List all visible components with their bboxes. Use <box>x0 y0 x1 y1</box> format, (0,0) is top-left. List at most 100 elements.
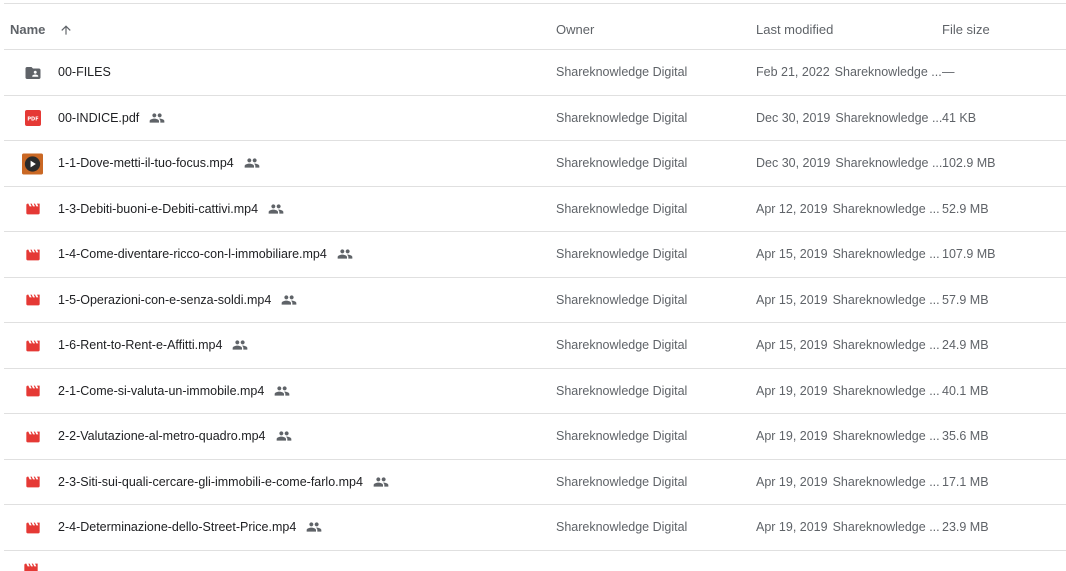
shared-people-icon <box>244 155 260 171</box>
column-header-last-modified[interactable]: Last modified <box>756 4 833 49</box>
file-row-partial[interactable] <box>4 551 1066 571</box>
file-name[interactable]: 1-6-Rent-to-Rent-e-Affitti.mp4 <box>58 323 248 367</box>
file-last-modified: Apr 12, 2019 Shareknowledge ... <box>756 187 940 231</box>
shared-people-icon <box>274 383 290 399</box>
file-list: 00-FILES Shareknowledge Digital Feb 21, 20… <box>4 50 1066 571</box>
video-thumbnail-icon <box>22 153 43 174</box>
pdf-icon: PDF <box>22 108 43 129</box>
file-last-modified: Dec 30, 2019 Shareknowledge ... <box>756 141 942 185</box>
modified-by: Shareknowledge ... <box>835 156 943 170</box>
file-last-modified: Apr 15, 2019 Shareknowledge ... <box>756 323 940 367</box>
modified-date: Dec 30, 2019 <box>756 110 831 125</box>
file-row[interactable]: 00-FILES Shareknowledge Digital Feb 21, 20… <box>4 50 1066 96</box>
modified-by: Shareknowledge ... <box>832 520 940 534</box>
file-owner: Shareknowledge Digital <box>556 383 688 398</box>
file-row[interactable]: 1-3-Debiti-buoni-e-Debiti-cattivi.mp4 Sha… <box>4 187 1066 232</box>
shared-people-icon <box>373 474 389 490</box>
file-size: 40.1 MB <box>942 383 989 398</box>
file-row[interactable]: 2-3-Siti-sui-quali-cercare-gli-immobili-… <box>4 460 1066 505</box>
video-icon <box>22 561 43 571</box>
file-size: 23.9 MB <box>942 520 989 534</box>
modified-by: Shareknowledge ... <box>835 110 943 125</box>
file-name[interactable]: 1-3-Debiti-buoni-e-Debiti-cattivi.mp4 <box>58 187 284 231</box>
file-name-text: 1-5-Operazioni-con-e-senza-soldi.mp4 <box>58 292 272 307</box>
file-owner: Shareknowledge Digital <box>556 338 688 352</box>
modified-by: Shareknowledge ... <box>832 247 940 261</box>
file-last-modified: Apr 15, 2019 Shareknowledge ... <box>756 278 940 322</box>
file-name[interactable]: 1-4-Come-diventare-ricco-con-l-immobilia… <box>58 232 353 276</box>
file-name-text: 00-FILES <box>58 65 111 79</box>
file-size: — <box>942 65 955 79</box>
column-header-owner[interactable]: Owner <box>556 4 594 49</box>
shared-people-icon <box>306 519 322 535</box>
video-icon <box>22 426 43 447</box>
file-size: 57.9 MB <box>942 292 989 307</box>
file-row[interactable]: 1-5-Operazioni-con-e-senza-soldi.mp4 Shar… <box>4 278 1066 323</box>
file-owner: Shareknowledge Digital <box>556 520 688 534</box>
file-row[interactable]: 1-6-Rent-to-Rent-e-Affitti.mp4 Shareknowl… <box>4 323 1066 369</box>
file-size: 17.1 MB <box>942 474 989 489</box>
file-last-modified: Apr 15, 2019 Shareknowledge ... <box>756 232 940 276</box>
file-row[interactable]: 2-4-Determinazione-dello-Street-Price.mp… <box>4 505 1066 551</box>
modified-date: Apr 12, 2019 <box>756 201 828 216</box>
file-name[interactable]: 2-1-Come-si-valuta-un-immobile.mp4 <box>58 369 290 413</box>
modified-by: Shareknowledge ... <box>832 201 940 216</box>
column-header-file-size[interactable]: File size <box>942 4 990 49</box>
video-icon <box>22 472 43 493</box>
shared-people-icon <box>276 428 292 444</box>
shared-people-icon <box>268 201 284 217</box>
modified-by: Shareknowledge ... <box>832 383 940 398</box>
file-name[interactable]: 2-3-Siti-sui-quali-cercare-gli-immobili-… <box>58 460 389 504</box>
video-icon <box>22 244 43 265</box>
file-name[interactable]: 00-FILES <box>58 50 111 94</box>
modified-date: Apr 15, 2019 <box>756 247 828 261</box>
modified-date: Feb 21, 2022 <box>756 65 830 79</box>
file-name[interactable]: 2-4-Determinazione-dello-Street-Price.mp… <box>58 505 322 549</box>
file-name-text: 1-6-Rent-to-Rent-e-Affitti.mp4 <box>58 338 223 352</box>
file-name-text: 2-4-Determinazione-dello-Street-Price.mp… <box>58 520 297 534</box>
file-row[interactable]: 2-2-Valutazione-al-metro-quadro.mp4 Share… <box>4 414 1066 460</box>
file-owner: Shareknowledge Digital <box>556 156 688 170</box>
column-header-name[interactable]: Name <box>10 4 73 49</box>
column-header-name-label: Name <box>10 21 46 37</box>
file-name-text: 2-2-Valutazione-al-metro-quadro.mp4 <box>58 429 266 443</box>
file-name[interactable]: 1-5-Operazioni-con-e-senza-soldi.mp4 <box>58 278 297 322</box>
modified-by: Shareknowledge ... <box>832 429 940 443</box>
file-last-modified: Apr 19, 2019 Shareknowledge ... <box>756 414 940 458</box>
shared-people-icon <box>281 292 297 308</box>
file-owner: Shareknowledge Digital <box>556 292 688 307</box>
file-owner: Shareknowledge Digital <box>556 474 688 489</box>
file-last-modified: Apr 19, 2019 Shareknowledge ... <box>756 369 940 413</box>
modified-date: Apr 19, 2019 <box>756 429 828 443</box>
file-owner: Shareknowledge Digital <box>556 429 688 443</box>
file-name[interactable]: 00-INDICE.pdf <box>58 96 165 140</box>
modified-date: Apr 19, 2019 <box>756 520 828 534</box>
file-name-text: 2-1-Come-si-valuta-un-immobile.mp4 <box>58 383 265 398</box>
file-name[interactable]: 2-2-Valutazione-al-metro-quadro.mp4 <box>58 414 292 458</box>
file-name-text: 1-4-Come-diventare-ricco-con-l-immobilia… <box>58 247 327 261</box>
modified-date: Dec 30, 2019 <box>756 156 831 170</box>
file-row[interactable]: 2-1-Come-si-valuta-un-immobile.mp4 Sharek… <box>4 369 1066 414</box>
file-name[interactable]: 1-1-Dove-metti-il-tuo-focus.mp4 <box>58 141 260 185</box>
file-owner: Shareknowledge Digital <box>556 201 688 216</box>
file-name-text: 00-INDICE.pdf <box>58 110 140 125</box>
file-size: 52.9 MB <box>942 201 989 216</box>
modified-by: Shareknowledge ... <box>834 65 942 79</box>
file-name-text: 1-3-Debiti-buoni-e-Debiti-cattivi.mp4 <box>58 201 259 216</box>
folder-shared-icon <box>22 62 43 83</box>
video-icon <box>22 517 43 538</box>
file-row[interactable]: PDF 00-INDICE.pdf Shareknowledge Digital De… <box>4 96 1066 141</box>
shared-people-icon <box>149 110 165 126</box>
file-last-modified: Dec 30, 2019 Shareknowledge ... <box>756 96 942 140</box>
file-size: 107.9 MB <box>942 247 996 261</box>
video-icon <box>22 335 43 356</box>
sort-arrow-up-icon[interactable] <box>59 23 73 37</box>
shared-people-icon <box>232 337 248 353</box>
file-last-modified: Apr 19, 2019 Shareknowledge ... <box>756 505 940 549</box>
video-icon <box>22 199 43 220</box>
modified-date: Apr 19, 2019 <box>756 383 828 398</box>
file-row[interactable]: 1-4-Come-diventare-ricco-con-l-immobilia… <box>4 232 1066 278</box>
svg-text:PDF: PDF <box>27 117 38 123</box>
file-row[interactable]: 1-1-Dove-metti-il-tuo-focus.mp4 Shareknow… <box>4 141 1066 187</box>
file-size: 102.9 MB <box>942 156 996 170</box>
